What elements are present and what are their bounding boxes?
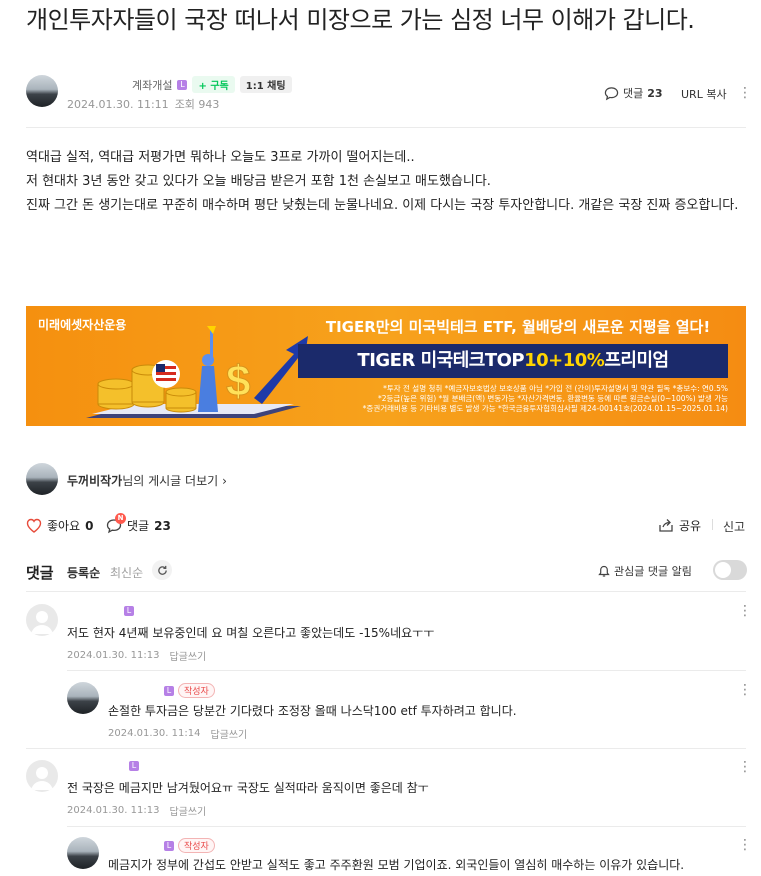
comment-more-icon[interactable]: ⋮ xyxy=(738,604,752,618)
comment-bubble-icon xyxy=(604,86,619,100)
like-button[interactable]: 좋아요 0 xyxy=(26,517,93,534)
sort-registered-tab[interactable]: 등록순 xyxy=(67,564,100,581)
comment-label: 댓글 xyxy=(127,519,150,533)
comment-button[interactable]: N 댓글 23 xyxy=(106,512,171,534)
comment-link[interactable]: 댓글 23 xyxy=(604,85,663,101)
commenter-avatar[interactable] xyxy=(26,760,58,792)
author-meta-top: 계좌개설 L + 구독 1:1 채팅 xyxy=(132,76,292,93)
default-user-icon xyxy=(31,611,53,634)
divider xyxy=(712,519,713,530)
refresh-icon xyxy=(157,565,167,575)
comment-author-row: L 작성자 xyxy=(164,838,215,853)
ad-disclaimer-line: *증권거래비용 등 기타비용 별도 발생 가능 *한국금융투자협회심사필 제24… xyxy=(362,404,728,413)
comment-date: 2024.01.30. 11:14 xyxy=(108,728,201,739)
author-tag: 작성자 xyxy=(178,683,215,698)
share-button[interactable]: 공유 xyxy=(658,517,701,534)
ad-product-accent: 10+10% xyxy=(524,350,605,371)
divider xyxy=(26,748,746,749)
divider xyxy=(26,127,746,128)
commenter-avatar[interactable] xyxy=(26,604,58,636)
comment-link-label: 댓글 xyxy=(623,87,644,100)
subscribe-button[interactable]: + 구독 xyxy=(192,76,235,93)
watch-toggle-label: 관심글 댓글 알림 xyxy=(598,563,692,579)
author-more-name: 두꺼비작가 xyxy=(67,474,123,488)
reply-button[interactable]: 답글쓰기 xyxy=(169,803,206,818)
like-label: 좋아요 xyxy=(47,519,81,533)
ad-product-box: TIGER 미국테크TOP10+10%프리미엄 xyxy=(298,344,728,378)
level-badge-icon: L xyxy=(164,685,174,696)
default-user-icon xyxy=(31,767,53,790)
post-title: 개인투자자들이 국장 떠나서 미장으로 가는 심정 너무 이해가 갑니다. xyxy=(26,6,695,34)
comment-icon-wrap: N xyxy=(106,512,126,534)
comment-link-count: 23 xyxy=(647,86,663,100)
heart-icon xyxy=(26,518,42,533)
post-body-line: 저 현대차 3년 동안 갖고 있다가 오늘 배당금 받은거 포함 1천 손실보고… xyxy=(26,174,491,189)
divider xyxy=(26,591,746,592)
comment-author-row: L 작성자 xyxy=(164,683,215,698)
like-count: 0 xyxy=(85,518,94,533)
comment-meta: 2024.01.30. 11:13 답글쓰기 xyxy=(67,648,206,663)
post-body: 역대급 실적, 역대급 저평가면 뭐하나 오늘도 3프로 가까이 떨어지는데..… xyxy=(26,146,741,218)
comments-title: 댓글 xyxy=(26,564,54,582)
level-badge-icon: L xyxy=(129,761,139,771)
watch-label: 관심글 댓글 알림 xyxy=(614,565,692,578)
more-options-icon[interactable]: ⋮ xyxy=(738,86,752,100)
refresh-button[interactable] xyxy=(152,560,172,580)
url-copy-button[interactable]: URL 복사 xyxy=(681,86,727,102)
ad-disclaimer-line: *투자 전 설명 청취 *예금자보호법상 보호상품 아님 *가입 전 (간이)투… xyxy=(383,384,728,393)
ad-product-main: TIGER 미국테크TOP xyxy=(357,350,525,371)
comment-count: 23 xyxy=(154,518,171,533)
ad-illustration: $ xyxy=(86,326,308,418)
level-badge-icon: L xyxy=(124,606,134,616)
comment-more-icon[interactable]: ⋮ xyxy=(738,760,752,774)
ad-product-tail: 프리미엄 xyxy=(604,350,669,371)
reply-button[interactable]: 답글쓰기 xyxy=(210,726,247,741)
commenter-avatar[interactable] xyxy=(67,682,99,714)
chat-button[interactable]: 1:1 채팅 xyxy=(239,76,292,93)
author-more-link[interactable]: 두꺼비작가 님의 게시글 더보기 › xyxy=(67,472,227,489)
svg-text:$: $ xyxy=(226,357,250,406)
comment-meta: 2024.01.30. 11:14 답글쓰기 xyxy=(108,726,247,741)
share-label: 공유 xyxy=(679,519,702,533)
ad-banner[interactable]: 미래에셋자산운용 $ TIGER만의 미국빅테크 ETF, 월배당의 새로운 지… xyxy=(26,306,746,426)
level-badge-icon: L xyxy=(177,79,188,90)
chevron-right-icon: › xyxy=(222,473,227,488)
sort-latest-tab[interactable]: 최신순 xyxy=(110,564,143,581)
comment-date: 2024.01.30. 11:13 xyxy=(67,650,160,661)
bell-icon xyxy=(598,565,610,577)
level-badge-icon: L xyxy=(164,840,174,851)
commenter-avatar[interactable] xyxy=(67,837,99,869)
comment-text: 메금지가 정부에 간섭도 안받고 실적도 좋고 주주환원 모범 기업이죠. 외국… xyxy=(108,858,685,872)
comment-text: 전 국장은 메금지만 남겨뒀어요ㅠ 국장도 실적따라 움직이면 좋은데 참ㅜ xyxy=(67,781,429,795)
ad-disclaimer-line: *2등급(높은 위험) *월 분배금(액) 변동가능 *자산가격변동, 환율변동… xyxy=(378,394,728,403)
new-badge: N xyxy=(115,512,126,524)
post-body-line: 진짜 그간 돈 생기는대로 꾸준히 매수하며 평단 낮췄는데 눈물나네요. 이제… xyxy=(26,198,739,213)
comment-text: 저도 현자 4년째 보유중인데 요 며칠 오른다고 좋았는데도 -15%네요ㅜㅜ xyxy=(67,626,435,640)
report-button[interactable]: 신고 xyxy=(723,518,745,535)
author-more-avatar[interactable] xyxy=(26,463,58,495)
watch-toggle[interactable] xyxy=(713,560,747,580)
comment-text: 손절한 투자금은 당분간 기다렸다 조정장 올때 나스닥100 etf 투자하려… xyxy=(108,704,517,718)
comment-more-icon[interactable]: ⋮ xyxy=(738,838,752,852)
divider xyxy=(67,670,746,671)
post-meta: 2024.01.30. 11:11 조회 943 xyxy=(67,96,219,112)
ad-headline: TIGER만의 미국빅테크 ETF, 월배당의 새로운 지평을 열다! xyxy=(325,318,711,336)
author-avatar[interactable] xyxy=(26,75,58,107)
divider xyxy=(67,826,746,827)
author-tag: 작성자 xyxy=(178,838,215,853)
post-date: 2024.01.30. 11:11 xyxy=(67,97,169,111)
ad-disclaimer: *투자 전 설명 청취 *예금자보호법상 보호상품 아님 *가입 전 (간이)투… xyxy=(298,384,728,414)
share-icon xyxy=(659,519,673,532)
post-body-line: 역대급 실적, 역대급 저평가면 뭐하나 오늘도 3프로 가까이 떨어지는데.. xyxy=(26,150,415,165)
comment-more-icon[interactable]: ⋮ xyxy=(738,683,752,697)
comment-date: 2024.01.30. 11:13 xyxy=(67,805,160,816)
post-views: 조회 943 xyxy=(174,98,220,111)
reply-button[interactable]: 답글쓰기 xyxy=(169,648,206,663)
author-more-label: 님의 게시글 더보기 xyxy=(122,474,219,488)
author-level: 계좌개설 xyxy=(132,78,173,92)
comment-meta: 2024.01.30. 11:13 답글쓰기 xyxy=(67,803,206,818)
